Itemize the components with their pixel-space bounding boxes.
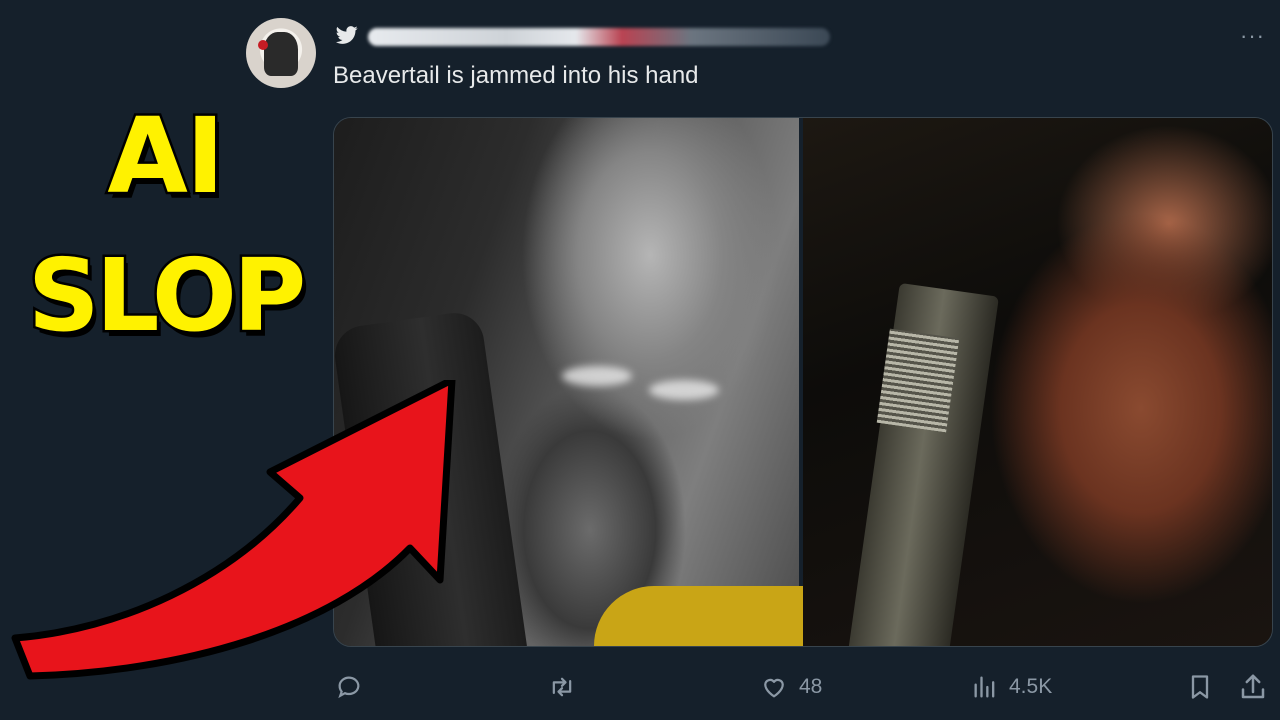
view-count: 4.5K: [1009, 675, 1053, 698]
avatar-figure: [264, 32, 298, 76]
share-button[interactable]: [1238, 672, 1268, 702]
more-horizontal-icon[interactable]: ···: [1240, 25, 1265, 47]
gun-grip-shape: [334, 309, 527, 646]
views-button[interactable]: 4.5K: [971, 672, 1052, 702]
bookmark-icon: [1191, 675, 1209, 699]
knuckle-highlight: [562, 366, 632, 386]
bar-chart-icon: [974, 676, 995, 698]
share-icon: [1241, 674, 1265, 699]
like-count: 48: [799, 675, 823, 698]
yellow-patch: [594, 586, 814, 646]
pistol-serrations: [876, 328, 960, 433]
redacted-username: [368, 28, 830, 46]
tweet-text: Beavertail is jammed into his hand: [333, 62, 699, 89]
overlay-label-slop: SLOP: [25, 237, 308, 354]
avatar-accent: [258, 40, 268, 50]
twitter-bird-icon: [335, 26, 358, 44]
heart-icon: [764, 678, 784, 698]
reply-button[interactable]: [334, 672, 364, 702]
retweet-icon: [552, 677, 572, 697]
overlay-label-ai: AI: [105, 95, 227, 217]
tweet-media[interactable]: [333, 117, 1273, 647]
media-image-ai[interactable]: [334, 118, 814, 646]
retweet-button[interactable]: [546, 672, 578, 702]
media-image-original[interactable]: [803, 118, 1272, 646]
knuckle-highlight: [649, 380, 719, 400]
avatar[interactable]: [246, 18, 316, 88]
like-button[interactable]: 48: [759, 672, 822, 702]
reply-icon: [338, 676, 360, 699]
bookmark-button[interactable]: [1186, 672, 1214, 702]
